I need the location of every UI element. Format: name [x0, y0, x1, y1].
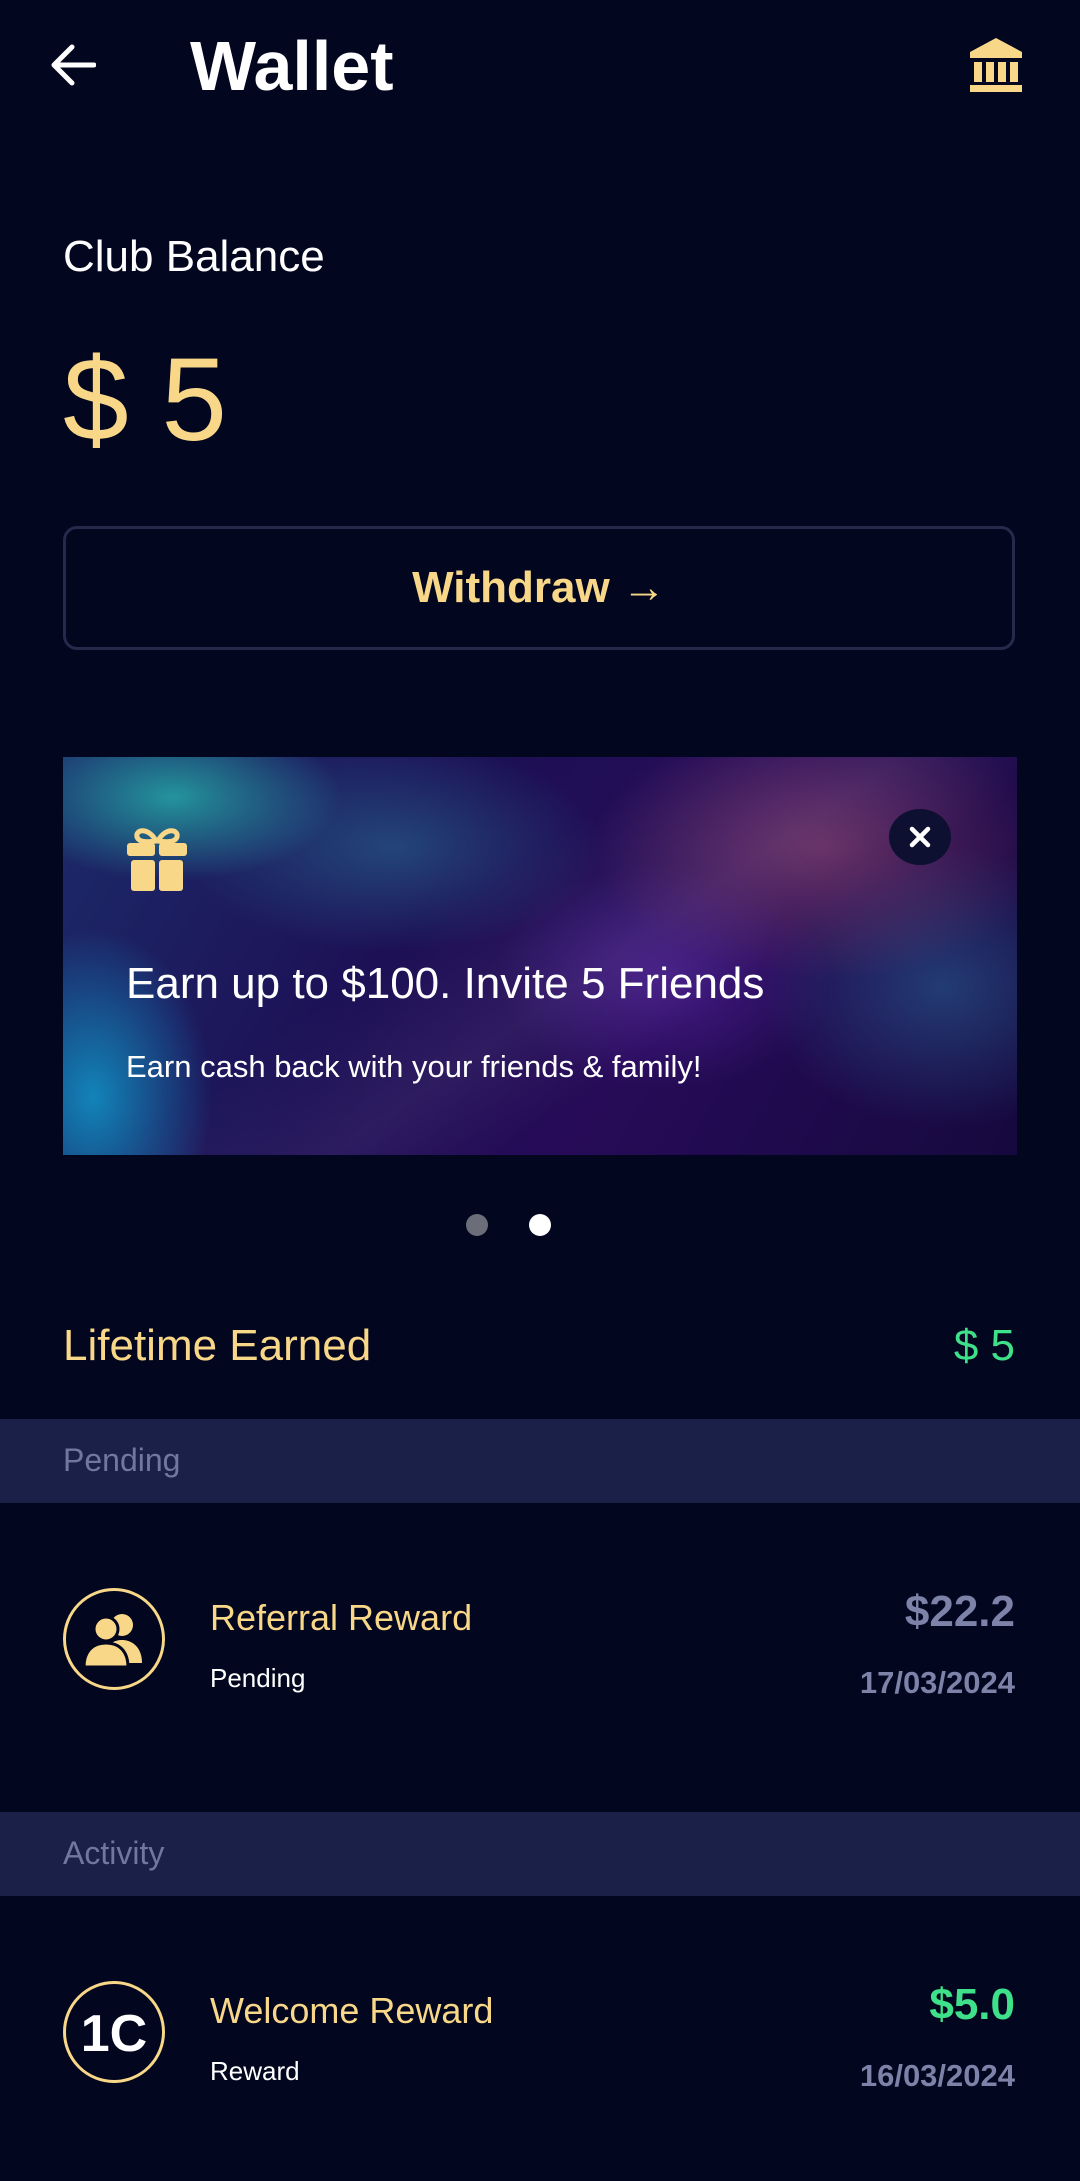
1c-logo-icon: 1C	[81, 2007, 147, 2057]
gift-icon	[127, 828, 187, 891]
transaction-title: Referral Reward	[210, 1597, 473, 1638]
bank-icon	[970, 38, 1022, 92]
back-button[interactable]	[42, 28, 104, 102]
withdraw-button[interactable]: Withdraw →	[63, 526, 1015, 650]
close-icon	[909, 826, 931, 848]
pending-section-header: Pending	[0, 1419, 1080, 1503]
transaction-date: 16/03/2024	[859, 2058, 1015, 2093]
carousel-dot-2-active[interactable]	[529, 1214, 551, 1236]
referral-avatar	[63, 1588, 165, 1690]
club-balance-label: Club Balance	[63, 232, 325, 281]
promo-title: Earn up to $100. Invite 5 Friends	[126, 959, 765, 1008]
svg-text:1C: 1C	[81, 2007, 147, 2057]
transaction-amount: $22.2	[904, 1587, 1015, 1636]
transaction-status: Pending	[210, 1663, 306, 1693]
transaction-row[interactable]: Referral Reward Pending $22.2 17/03/2024	[0, 1587, 1080, 1788]
transaction-status: Reward	[210, 2056, 300, 2086]
transaction-title: Welcome Reward	[210, 1990, 494, 2031]
arrow-left-icon	[51, 44, 96, 86]
promo-subtitle: Earn cash back with your friends & famil…	[126, 1049, 702, 1084]
transaction-date: 17/03/2024	[859, 1665, 1015, 1700]
referral-users-icon	[82, 1614, 142, 1669]
welcome-avatar: 1C	[63, 1981, 165, 2083]
lifetime-earned-value: $ 5	[953, 1321, 1015, 1370]
carousel-dot-1[interactable]	[466, 1214, 488, 1236]
referral-promo-banner[interactable]: Earn up to $100. Invite 5 Friends Earn c…	[63, 757, 1017, 1155]
lifetime-earned-label: Lifetime Earned	[63, 1321, 372, 1370]
transaction-amount: $5.0	[929, 1980, 1015, 2029]
withdraw-button-label: Withdraw →	[412, 563, 666, 612]
close-banner-button[interactable]	[889, 809, 951, 865]
club-balance-amount: $ 5	[63, 334, 228, 466]
pending-section-label: Pending	[63, 1442, 181, 1478]
bank-button[interactable]	[962, 30, 1030, 100]
activity-section-header: Activity	[0, 1812, 1080, 1896]
transaction-row[interactable]: 1C Welcome Reward Reward $5.0 16/03/2024	[0, 1980, 1080, 2181]
page-title: Wallet	[190, 27, 394, 105]
activity-section-label: Activity	[63, 1835, 165, 1871]
